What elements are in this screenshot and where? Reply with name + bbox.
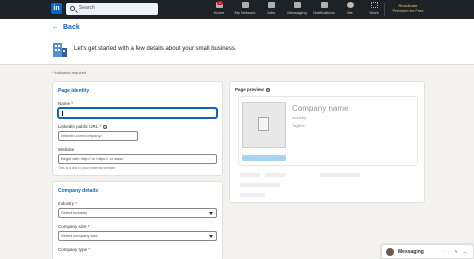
company-size-value: Select company size <box>61 233 98 238</box>
company-details-card: Company details Industry * Select indust… <box>52 181 223 259</box>
grid-icon <box>370 2 378 8</box>
nav-notifications-label: Notifications <box>313 10 335 15</box>
required-asterisk: * <box>75 201 78 206</box>
website-label: Website <box>58 147 75 152</box>
company-size-label-text: Company size <box>58 224 87 229</box>
page-preview-panel: Page preview? Company name Industry Tagl… <box>229 81 425 203</box>
preview-tagline: Tagline <box>292 123 305 128</box>
preview-company-name: Company name <box>292 104 349 113</box>
chevron-down-icon <box>209 212 213 215</box>
url-prefix: linkedin.com/company/ <box>61 133 102 138</box>
required-asterisk: * <box>88 247 91 252</box>
page-identity-card: Page identity Name * LinkedIn public URL… <box>52 81 223 176</box>
page-preview-title: Page preview? <box>235 87 270 92</box>
skeleton-line <box>265 173 285 177</box>
website-placeholder: Begin with http:// or https:// or www. <box>61 156 124 161</box>
name-label: Name * <box>58 101 73 106</box>
page-title: Let's get started with a few details abo… <box>74 46 237 52</box>
premium-line-2: Premium for Free <box>392 8 424 13</box>
preview-card: Company name Industry Tagline <box>238 96 418 166</box>
info-icon[interactable]: i <box>103 124 108 129</box>
name-field[interactable] <box>58 108 217 118</box>
page-header: ← Back Let's get started with a few detai… <box>0 19 474 65</box>
url-label: LinkedIn public URL * i <box>58 124 108 129</box>
preview-logo-placeholder <box>242 102 286 148</box>
skeleton-line <box>320 173 360 177</box>
industry-label: Industry * <box>58 201 77 206</box>
premium-link[interactable]: Reactivate Premium for Free <box>388 3 428 13</box>
building-icon <box>258 117 269 131</box>
chevron-down-icon <box>209 235 213 238</box>
chat-icon <box>293 2 301 8</box>
url-label-text: LinkedIn public URL <box>58 124 99 129</box>
global-nav: in Search Home 1 My Network Jobs Messagi… <box>0 0 474 19</box>
nav-messaging[interactable]: Messaging <box>284 2 310 18</box>
bell-icon <box>320 2 328 8</box>
industry-label-text: Industry <box>58 201 75 206</box>
avatar <box>386 248 394 256</box>
nav-my-network-label: My Network <box>234 10 256 15</box>
preview-industry: Industry <box>292 115 307 120</box>
required-asterisk: * <box>99 124 102 129</box>
search-bar[interactable]: Search <box>66 3 158 15</box>
skeleton-line <box>240 183 280 187</box>
nav-me[interactable]: Me <box>337 2 363 18</box>
nav-my-network[interactable]: My Network <box>232 2 258 18</box>
preview-follow-button-placeholder <box>242 155 286 161</box>
required-asterisk: * <box>87 224 90 229</box>
industry-value: Select industry <box>61 210 88 215</box>
messaging-label: Messaging <box>398 249 424 255</box>
company-type-label-text: Company type <box>58 247 88 252</box>
company-type-label: Company type * <box>58 247 90 252</box>
required-asterisk: * <box>71 101 74 106</box>
search-input[interactable]: Search <box>79 5 95 11</box>
company-size-select[interactable]: Select company size <box>58 231 217 241</box>
page-preview-title-text: Page preview <box>235 87 264 92</box>
messaging-overlay[interactable]: Messaging ··· ✎ ︿ <box>381 244 474 259</box>
industry-select[interactable]: Select industry <box>58 208 217 218</box>
nav-messaging-label: Messaging <box>287 10 307 15</box>
notification-badge: 1 <box>217 1 223 5</box>
nav-jobs-label: Jobs <box>266 10 276 15</box>
avatar-icon <box>346 2 354 8</box>
arrow-left-icon: ← <box>52 24 59 31</box>
network-icon <box>241 2 249 8</box>
nav-jobs[interactable]: Jobs <box>258 2 284 18</box>
info-icon[interactable]: ? <box>265 87 270 92</box>
company-details-title: Company details <box>58 188 99 194</box>
page-identity-title: Page identity <box>58 88 90 94</box>
back-button[interactable]: ← Back <box>52 24 80 31</box>
briefcase-icon <box>267 2 275 8</box>
nav-divider <box>384 3 385 16</box>
messaging-controls-icon[interactable]: ··· ✎ ︿ <box>441 249 469 255</box>
linkedin-logo[interactable]: in <box>51 3 62 14</box>
company-building-icon <box>53 43 67 57</box>
website-field[interactable]: Begin with http:// or https:// or www. <box>58 154 217 164</box>
url-field[interactable]: linkedin.com/company/ <box>58 131 138 141</box>
nav-notifications[interactable]: Notifications <box>311 2 337 18</box>
back-label: Back <box>63 24 80 31</box>
skeleton-line <box>240 193 265 197</box>
nav-me-label: Me <box>347 10 353 15</box>
text-caret <box>62 111 63 116</box>
nav-home-label: Home <box>213 10 225 15</box>
required-note: * indicates required <box>52 70 87 75</box>
company-size-label: Company size * <box>58 224 90 229</box>
skeleton-line <box>240 173 260 177</box>
website-hint: This is a link to your external website. <box>58 166 117 170</box>
name-label-text: Name <box>58 101 71 106</box>
search-icon <box>70 6 75 11</box>
